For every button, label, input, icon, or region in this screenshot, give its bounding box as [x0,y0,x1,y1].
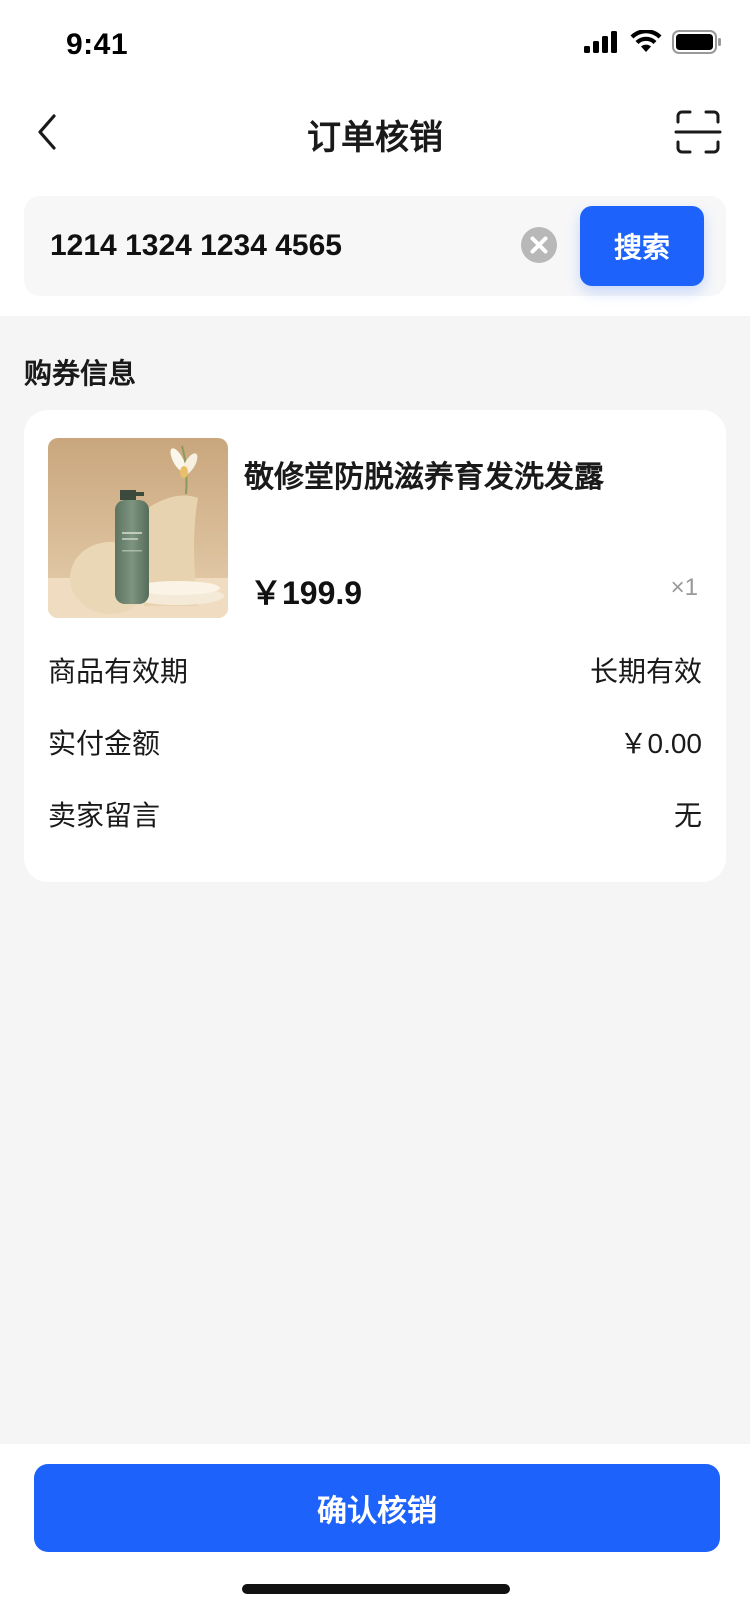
seller-message-value: 无 [673,800,702,831]
bottom-bar: 确认核销 [0,1444,750,1624]
scan-icon [674,110,722,154]
search-button[interactable]: 搜索 [580,206,704,286]
product-name: 敬修堂防脱滋养育发洗发露 [244,461,604,494]
seller-message-label: 卖家留言 [48,800,161,831]
validity-row: 商品有效期 长期有效 [48,650,702,694]
status-time: 9:41 [66,28,129,61]
section-title: 购券信息 [24,358,137,389]
seller-message-row: 卖家留言 无 [48,794,702,838]
nav-bar: 订单核销 [0,88,750,176]
paid-amount-label: 实付金额 [48,728,161,759]
validity-value: 长期有效 [589,656,702,687]
product-quantity: ×1 [670,574,698,601]
status-icons [584,30,722,54]
product-image [48,438,228,618]
page-title: 订单核销 [307,119,443,157]
coupon-card: 敬修堂防脱滋养育发洗发露 ￥199.9 ×1 商品有效期 长期有效 实付金额 ￥… [24,410,726,882]
home-indicator [242,1584,510,1594]
battery-icon [672,30,721,54]
status-bar: 9:41 [0,0,750,88]
header-area: 9:41 订单核销 1214 1324 1234 4565 搜索 [0,0,750,316]
paid-amount-value: ￥0.00 [619,728,703,759]
wifi-icon [630,30,662,52]
paid-amount-row: 实付金额 ￥0.00 [48,722,702,766]
validity-label: 商品有效期 [48,656,189,687]
clear-button[interactable] [520,226,558,264]
search-bar: 搜索 [24,196,726,296]
search-input[interactable] [50,218,520,274]
scan-button[interactable] [674,108,722,156]
confirm-redeem-button[interactable]: 确认核销 [34,1464,720,1552]
product-price: ￥199.9 [250,575,363,611]
clear-circle-icon [521,227,557,263]
signal-icon [584,31,617,53]
